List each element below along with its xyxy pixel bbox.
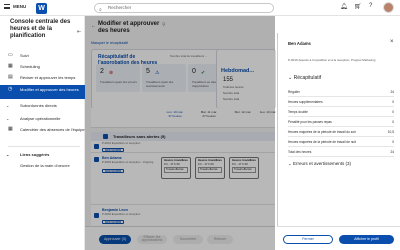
sidebar-item-suivi[interactable]: ▭ Suivi (0, 53, 85, 61)
divider (8, 146, 80, 147)
search-input[interactable]: ⌕ Rechercher (94, 3, 274, 13)
view-profile-button[interactable]: Afficher le profil (339, 235, 394, 244)
app-logo[interactable]: W (36, 3, 47, 14)
avatar[interactable] (383, 2, 394, 13)
cart-icon[interactable]: 🛒︎ (354, 3, 362, 10)
calendar-icon: ▦ (8, 126, 13, 132)
sidebar-item-calendar[interactable]: ▦ Calendrier des absences de l'équipe (0, 127, 85, 139)
calendar-icon: ▦ (8, 63, 13, 69)
recap-section-header[interactable]: ⌄ Récapitulatif (288, 75, 321, 81)
sidebar-item-review[interactable]: ▤ Réviser et approuver les temps (0, 75, 85, 83)
recap-row: Temps double 0 (288, 109, 394, 117)
top-bar: MENU W ⌕ Rechercher 🔔︎ 🛒︎ ? (0, 0, 400, 16)
chevron-down-icon: ⌄ (6, 116, 10, 121)
sidebar-item-suggested[interactable]: ⌄ Liens suggérés (0, 152, 85, 160)
hamburger-icon (4, 4, 10, 9)
help-icon[interactable]: ? (369, 3, 372, 9)
recap-row: Heures majorées de la période de travail… (288, 139, 394, 147)
worker-detail-panel: Ben Adams × P-0016 Associé à l'expéditio… (277, 33, 400, 250)
sidebar-item-scheduling[interactable]: ▦ Scheduling (0, 64, 85, 72)
sidebar-title: Console centrale des heures et de la pla… (10, 19, 71, 39)
bell-icon[interactable]: 🔔︎ (340, 3, 348, 10)
chevron-down-icon: ⌄ (6, 152, 10, 157)
panel-footer: Fermer Afficher le profil (277, 226, 400, 250)
close-icon[interactable]: × (390, 39, 394, 45)
recap-row-total: Total des heures 24 (288, 149, 394, 157)
document-icon: ▤ (8, 74, 13, 80)
errors-section-header[interactable]: ⌄ Erreurs et avertissements (3) (288, 161, 351, 167)
panel-title: Ben Adams (288, 41, 311, 46)
sidebar-item-subordinates[interactable]: ⌄ Subordonnés directs (0, 103, 85, 111)
monitor-icon: ▭ (8, 52, 13, 58)
menu-button[interactable]: MENU (4, 4, 26, 9)
sidebar-item-modify[interactable]: ◷ Modifier et approuver des heures (0, 85, 85, 99)
close-button[interactable]: Fermer (283, 235, 333, 244)
recap-row: Régulier 24 (288, 89, 394, 97)
sidebar-item-workforce[interactable]: Gestion de la main d'oeuvre (0, 163, 85, 171)
sidebar-item-analysis[interactable]: ⌄ Analyse opérationnelle (0, 116, 85, 124)
collapse-icon[interactable]: ⇤ (77, 29, 81, 35)
worker-info: P-0016 Associé à l'expédition et à la ré… (288, 58, 376, 62)
recap-row: Heures supplémentaires 0 (288, 99, 394, 107)
search-icon: ⌕ (99, 6, 102, 13)
recap-row: Heures majorées de la période de travail… (288, 129, 394, 137)
chevron-down-icon: ⌄ (6, 103, 10, 108)
recap-row: Pénalité pour les pauses repas 0 (288, 119, 394, 127)
sidebar: Console centrale des heures et de la pla… (0, 16, 85, 250)
modal-overlay (85, 16, 275, 250)
clock-icon: ◷ (8, 86, 13, 92)
